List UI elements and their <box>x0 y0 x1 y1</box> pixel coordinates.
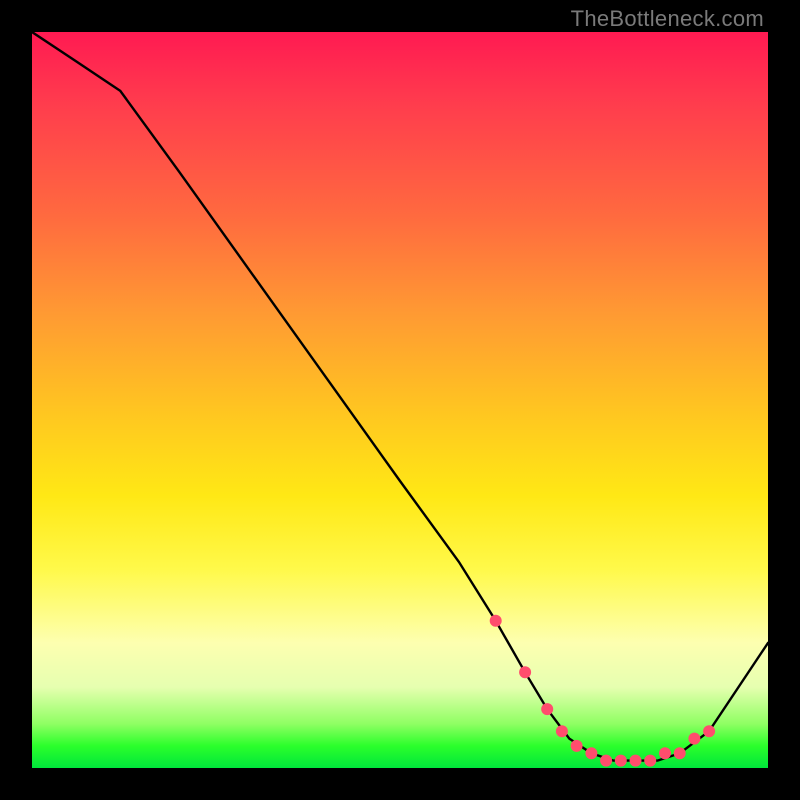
highlight-dot <box>585 747 597 759</box>
watermark-text: TheBottleneck.com <box>571 6 764 32</box>
highlight-dot <box>519 666 531 678</box>
highlight-dot <box>600 755 612 767</box>
highlight-dot <box>674 747 686 759</box>
highlight-dot <box>688 733 700 745</box>
highlight-dot <box>630 755 642 767</box>
highlight-dot <box>659 747 671 759</box>
bottleneck-curve-svg <box>32 32 768 768</box>
highlight-dot <box>703 725 715 737</box>
highlight-dot <box>556 725 568 737</box>
highlight-dots-group <box>490 615 715 767</box>
bottleneck-curve-path <box>32 32 768 761</box>
highlight-dot <box>644 755 656 767</box>
highlight-dot <box>490 615 502 627</box>
highlight-dot <box>541 703 553 715</box>
highlight-dot <box>615 755 627 767</box>
highlight-dot <box>571 740 583 752</box>
chart-frame: TheBottleneck.com <box>0 0 800 800</box>
